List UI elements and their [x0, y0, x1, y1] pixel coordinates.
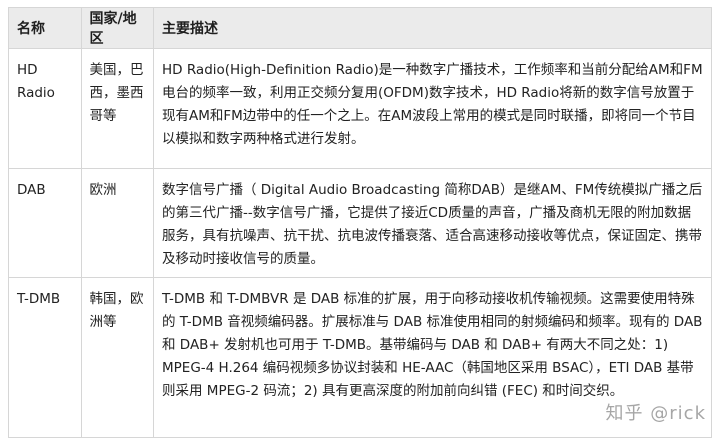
- cell-name: T-DMB: [8, 277, 82, 438]
- header-name: 名称: [8, 7, 82, 49]
- table-row: HD Radio 美国，巴西，墨西哥等 HD Radio(High-Defini…: [8, 48, 712, 169]
- cell-description: HD Radio(High-Definition Radio)是一种数字广播技术…: [153, 48, 712, 169]
- cell-description: 数字信号广播（ Digital Audio Broadcasting 简称DAB…: [153, 168, 712, 278]
- table-row: DAB 欧洲 数字信号广播（ Digital Audio Broadcastin…: [8, 168, 712, 278]
- table-header-row: 名称 国家/地区 主要描述: [8, 7, 712, 49]
- cell-name: DAB: [8, 168, 82, 278]
- cell-name: HD Radio: [8, 48, 82, 169]
- cell-country: 美国，巴西，墨西哥等: [80, 48, 154, 169]
- header-description: 主要描述: [153, 7, 712, 49]
- cell-country: 欧洲: [80, 168, 154, 278]
- header-country: 国家/地区: [80, 7, 154, 49]
- zhihu-watermark: 知乎 @rick: [605, 403, 706, 424]
- cell-country: 韩国，欧洲等: [80, 277, 154, 438]
- comparison-table: 名称 国家/地区 主要描述 HD Radio 美国，巴西，墨西哥等 HD Rad…: [8, 7, 712, 438]
